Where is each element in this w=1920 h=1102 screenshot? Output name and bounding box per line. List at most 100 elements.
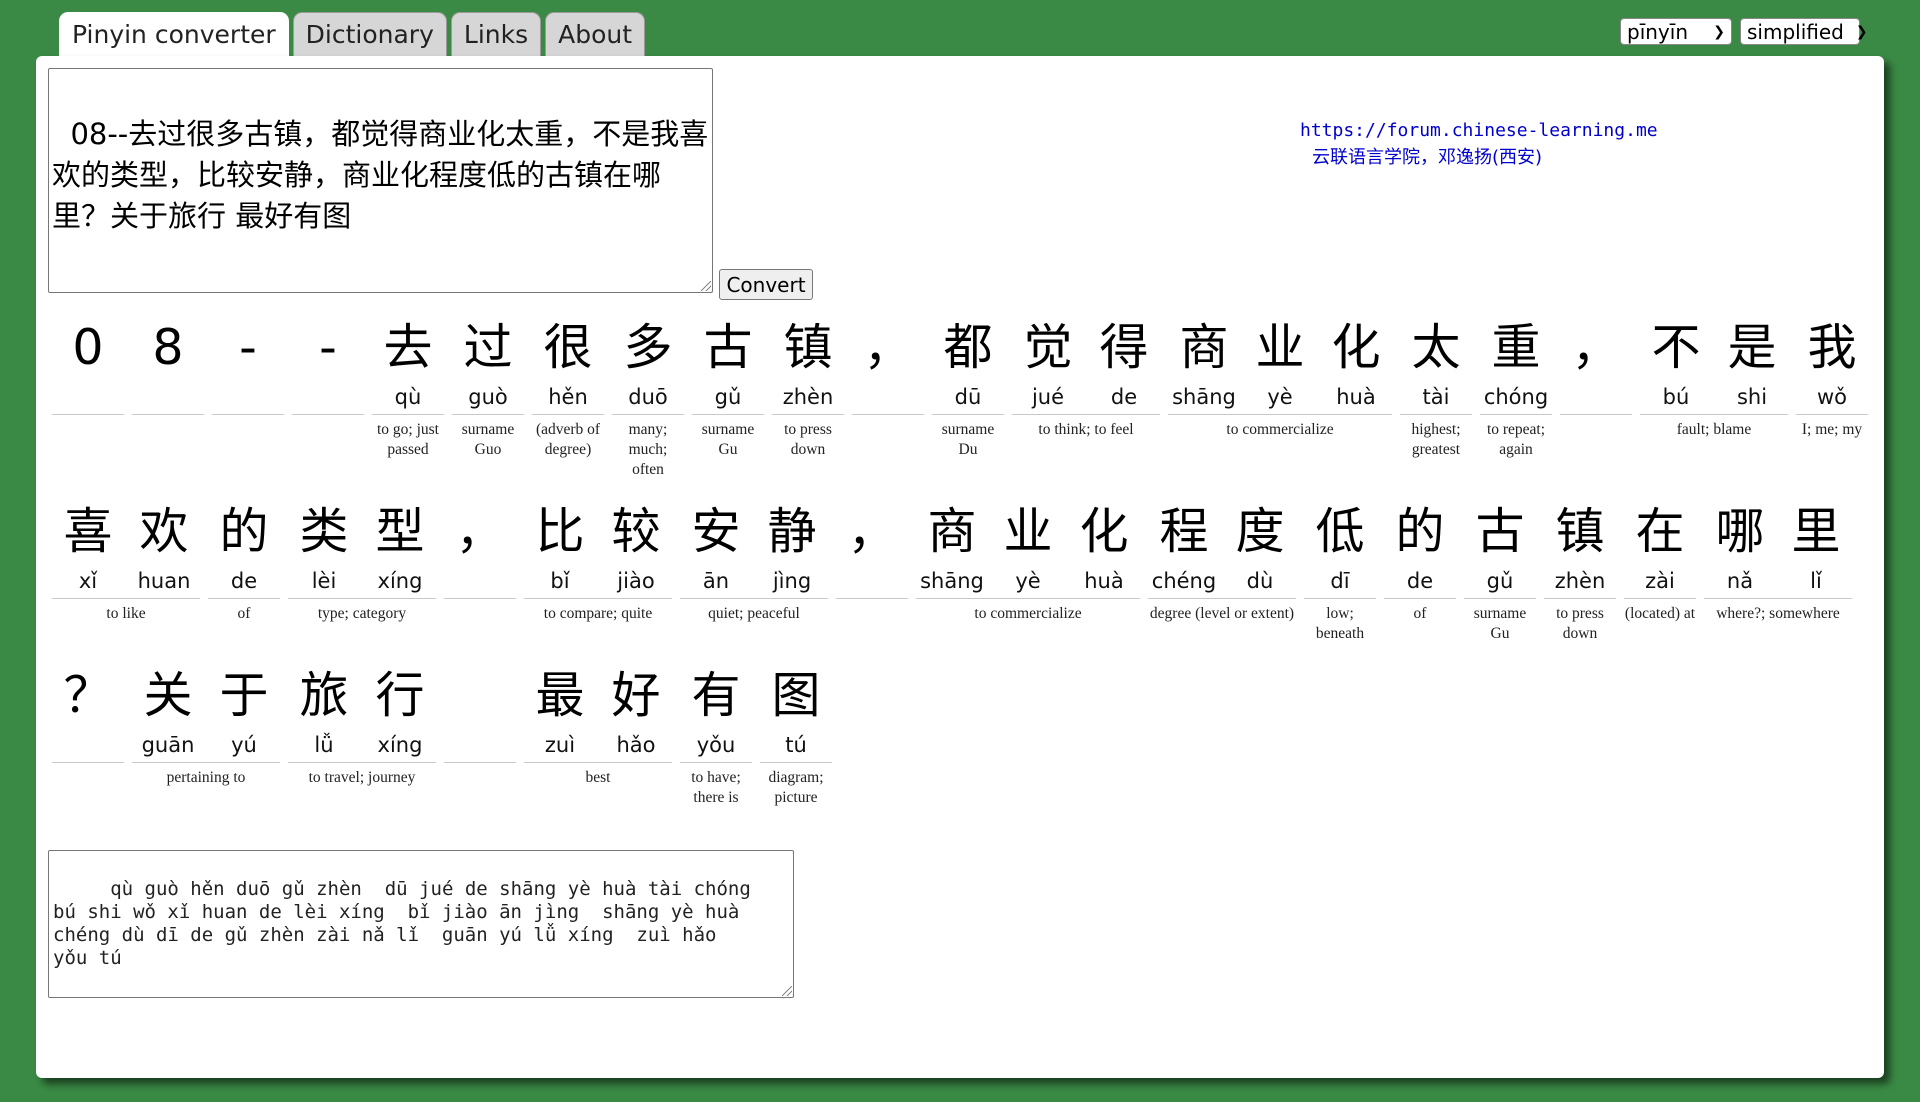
character-cell: ， <box>850 316 926 414</box>
word-entry[interactable]: 低 dī low; beneath <box>1302 500 1378 644</box>
definition: fault; blame <box>1676 421 1752 438</box>
hanzi: 古 <box>703 319 753 376</box>
pinyin <box>1558 380 1634 414</box>
hanzi: 旅 <box>299 667 349 724</box>
definition: low; beneath <box>1315 605 1365 642</box>
pinyin: ān <box>702 569 730 593</box>
definition: to think; to feel <box>1038 421 1134 438</box>
character-cell: 静 jìng <box>754 500 830 598</box>
pinyin: zài <box>1645 569 1675 593</box>
hanzi: 图 <box>771 667 821 724</box>
word-entry[interactable]: 古 gǔ surname Gu <box>1462 500 1538 644</box>
word-entry[interactable]: 不 bú 是 shi fault; blame <box>1638 316 1790 440</box>
word-entry[interactable]: 最 zuì 好 hǎo best <box>522 664 674 788</box>
word-entry[interactable]: 我 wǒ I; me; my <box>1794 316 1870 440</box>
definition: of <box>1413 605 1427 622</box>
hanzi: 程 <box>1159 503 1209 560</box>
word-entry[interactable]: 关 guān 于 yú pertaining to <box>130 664 282 788</box>
character-cell: 行 xíng <box>362 664 438 762</box>
word-entry[interactable]: 喜 xǐ 欢 huan to like <box>50 500 202 624</box>
tab-dictionary[interactable]: Dictionary <box>292 12 447 56</box>
character-cell: - <box>210 316 286 414</box>
word-characters: - <box>290 316 366 414</box>
pinyin: zhèn <box>782 385 834 409</box>
word-characters: ， <box>850 316 926 414</box>
script-select[interactable]: simplified ❯ <box>1740 18 1868 45</box>
pinyin-output-textarea[interactable]: qù guò hěn duō gǔ zhèn dū jué de shāng y… <box>48 850 794 998</box>
hanzi: 类 <box>299 503 349 560</box>
word-entry[interactable]: 有 yǒu to have; there is <box>678 664 754 808</box>
word-characters: 重 chóng <box>1478 316 1554 414</box>
word-entry[interactable]: 商 shāng 业 yè 化 huà to commercialize <box>914 500 1142 624</box>
resize-handle-icon[interactable] <box>782 986 792 996</box>
tab-pinyin-converter[interactable]: Pinyin converter <box>59 12 289 58</box>
word-entry[interactable]: 镇 zhèn to press down <box>770 316 846 460</box>
punctuation-entry: ， <box>834 500 910 604</box>
hanzi: ， <box>455 503 505 560</box>
character-cell: 图 tú <box>758 664 834 762</box>
definition: highest; greatest <box>1411 421 1461 458</box>
definition: to go; just passed <box>376 421 439 458</box>
word-entry[interactable]: 哪 nǎ 里 lǐ where?; somewhere <box>1702 500 1854 624</box>
word-entry[interactable]: 觉 jué 得 de to think; to feel <box>1010 316 1162 440</box>
word-characters: 古 gǔ <box>1462 500 1538 598</box>
character-cell: 型 xíng <box>362 500 438 598</box>
pinyin: duō <box>628 385 668 409</box>
hanzi: 镇 <box>783 319 833 376</box>
word-entry[interactable]: 商 shāng 业 yè 化 huà to commercialize <box>1166 316 1394 440</box>
word-entry[interactable]: 过 guò surname Guo <box>450 316 526 460</box>
character-cell: 旅 lǚ <box>286 664 362 762</box>
word-entry[interactable]: 镇 zhèn to press down <box>1542 500 1618 644</box>
character-cell: 我 wǒ <box>1794 316 1870 414</box>
tab-links[interactable]: Links <box>450 12 542 56</box>
forum-link[interactable]: https://forum.chinese-learning.me <box>1300 120 1658 141</box>
word-entry[interactable]: 旅 lǚ 行 xíng to travel; journey <box>286 664 438 788</box>
hanzi: 化 <box>1079 503 1129 560</box>
pinyin: shāng <box>920 569 984 593</box>
pinyin: xíng <box>377 569 423 593</box>
word-entry[interactable]: 安 ān 静 jìng quiet; peaceful <box>678 500 830 624</box>
word-characters: 不 bú 是 shi <box>1638 316 1790 414</box>
word-entry[interactable]: 都 dū surname Du <box>930 316 1006 460</box>
word-entry[interactable]: 的 de of <box>206 500 282 624</box>
word-characters: ？ <box>50 664 126 762</box>
pinyin: dī <box>1330 569 1350 593</box>
hanzi: 比 <box>535 503 585 560</box>
pinyin <box>834 564 910 598</box>
word-entry[interactable]: 图 tú diagram; picture <box>758 664 834 808</box>
definition: to commercialize <box>974 605 1082 622</box>
pinyin: chéng <box>1151 569 1217 593</box>
pinyin: zuì <box>544 733 576 757</box>
character-cell: 去 qù <box>370 316 446 414</box>
convert-button[interactable]: Convert <box>719 269 813 300</box>
pinyin: de <box>230 569 258 593</box>
tone-style-select[interactable]: pīnyīn ❯ <box>1620 18 1732 45</box>
punctuation-entry: - <box>290 316 366 420</box>
word-characters: 旅 lǚ 行 xíng <box>286 664 438 762</box>
definition: to commercialize <box>1226 421 1334 438</box>
word-entry[interactable]: 重 chóng to repeat; again <box>1478 316 1554 460</box>
word-entry[interactable]: 去 qù to go; just passed <box>370 316 446 460</box>
word-entry[interactable]: 比 bǐ 较 jiào to compare; quite <box>522 500 674 624</box>
chinese-input-textarea[interactable]: 08--去过很多古镇，都觉得商业化太重，不是我喜欢的类型，比较安静，商业化程度低… <box>48 68 713 293</box>
character-cell: 好 hǎo <box>598 664 674 762</box>
definition: (adverb of degree) <box>535 421 601 458</box>
word-characters: 最 zuì 好 hǎo <box>522 664 674 762</box>
hanzi: 化 <box>1331 319 1381 376</box>
word-characters: 商 shāng 业 yè 化 huà <box>914 500 1142 598</box>
word-entry[interactable]: 在 zài (located) at <box>1622 500 1698 624</box>
character-cell: 很 hěn <box>530 316 606 414</box>
definition <box>50 763 126 768</box>
word-entry[interactable]: 古 gǔ surname Gu <box>690 316 766 460</box>
punctuation-entry <box>442 664 518 768</box>
word-entry[interactable]: 多 duō many; much; often <box>610 316 686 480</box>
word-entry[interactable]: 类 lèi 型 xíng type; category <box>286 500 438 624</box>
word-entry[interactable]: 的 de of <box>1382 500 1458 624</box>
resize-handle-icon[interactable] <box>701 281 711 291</box>
word-entry[interactable]: 太 tài highest; greatest <box>1398 316 1474 460</box>
hanzi: 觉 <box>1023 319 1073 376</box>
character-cell: 的 de <box>206 500 282 598</box>
word-entry[interactable]: 很 hěn (adverb of degree) <box>530 316 606 460</box>
tab-about[interactable]: About <box>545 12 646 56</box>
word-entry[interactable]: 程 chéng 度 dù degree (level or extent) <box>1146 500 1298 624</box>
